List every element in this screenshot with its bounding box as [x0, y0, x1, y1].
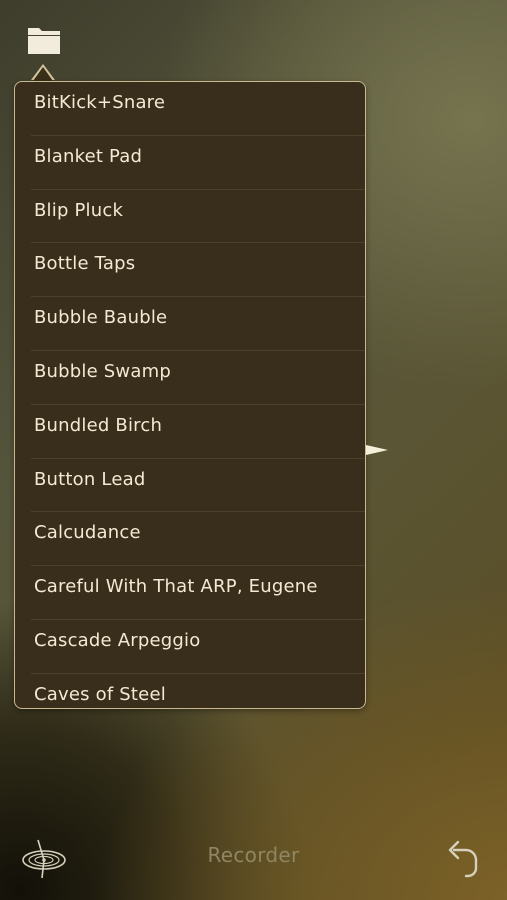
list-item[interactable]: Cascade Arpeggio	[15, 620, 365, 674]
list-item[interactable]: Blip Pluck	[15, 190, 365, 244]
list-item[interactable]: Bundled Birch	[15, 405, 365, 459]
list-item[interactable]: Caves of Steel	[15, 674, 365, 708]
preset-list: BitKick+Snare Blanket Pad Blip Pluck Bot…	[15, 82, 365, 708]
list-item[interactable]: Careful With That ARP, Eugene	[15, 566, 365, 620]
list-item[interactable]: Bottle Taps	[15, 243, 365, 297]
list-item[interactable]: Button Lead	[15, 459, 365, 513]
popover-arrow-inner	[33, 67, 53, 81]
list-item[interactable]: Bubble Swamp	[15, 351, 365, 405]
list-item[interactable]: Bubble Bauble	[15, 297, 365, 351]
list-item[interactable]: Blanket Pad	[15, 136, 365, 190]
preset-popover: BitKick+Snare Blanket Pad Blip Pluck Bot…	[14, 81, 366, 709]
list-item[interactable]: Calcudance	[15, 512, 365, 566]
undo-icon[interactable]	[446, 836, 482, 878]
position-pointer	[366, 445, 388, 455]
recorder-label[interactable]: Recorder	[0, 843, 507, 867]
folder-icon[interactable]	[26, 24, 62, 56]
list-item[interactable]: BitKick+Snare	[15, 82, 365, 136]
